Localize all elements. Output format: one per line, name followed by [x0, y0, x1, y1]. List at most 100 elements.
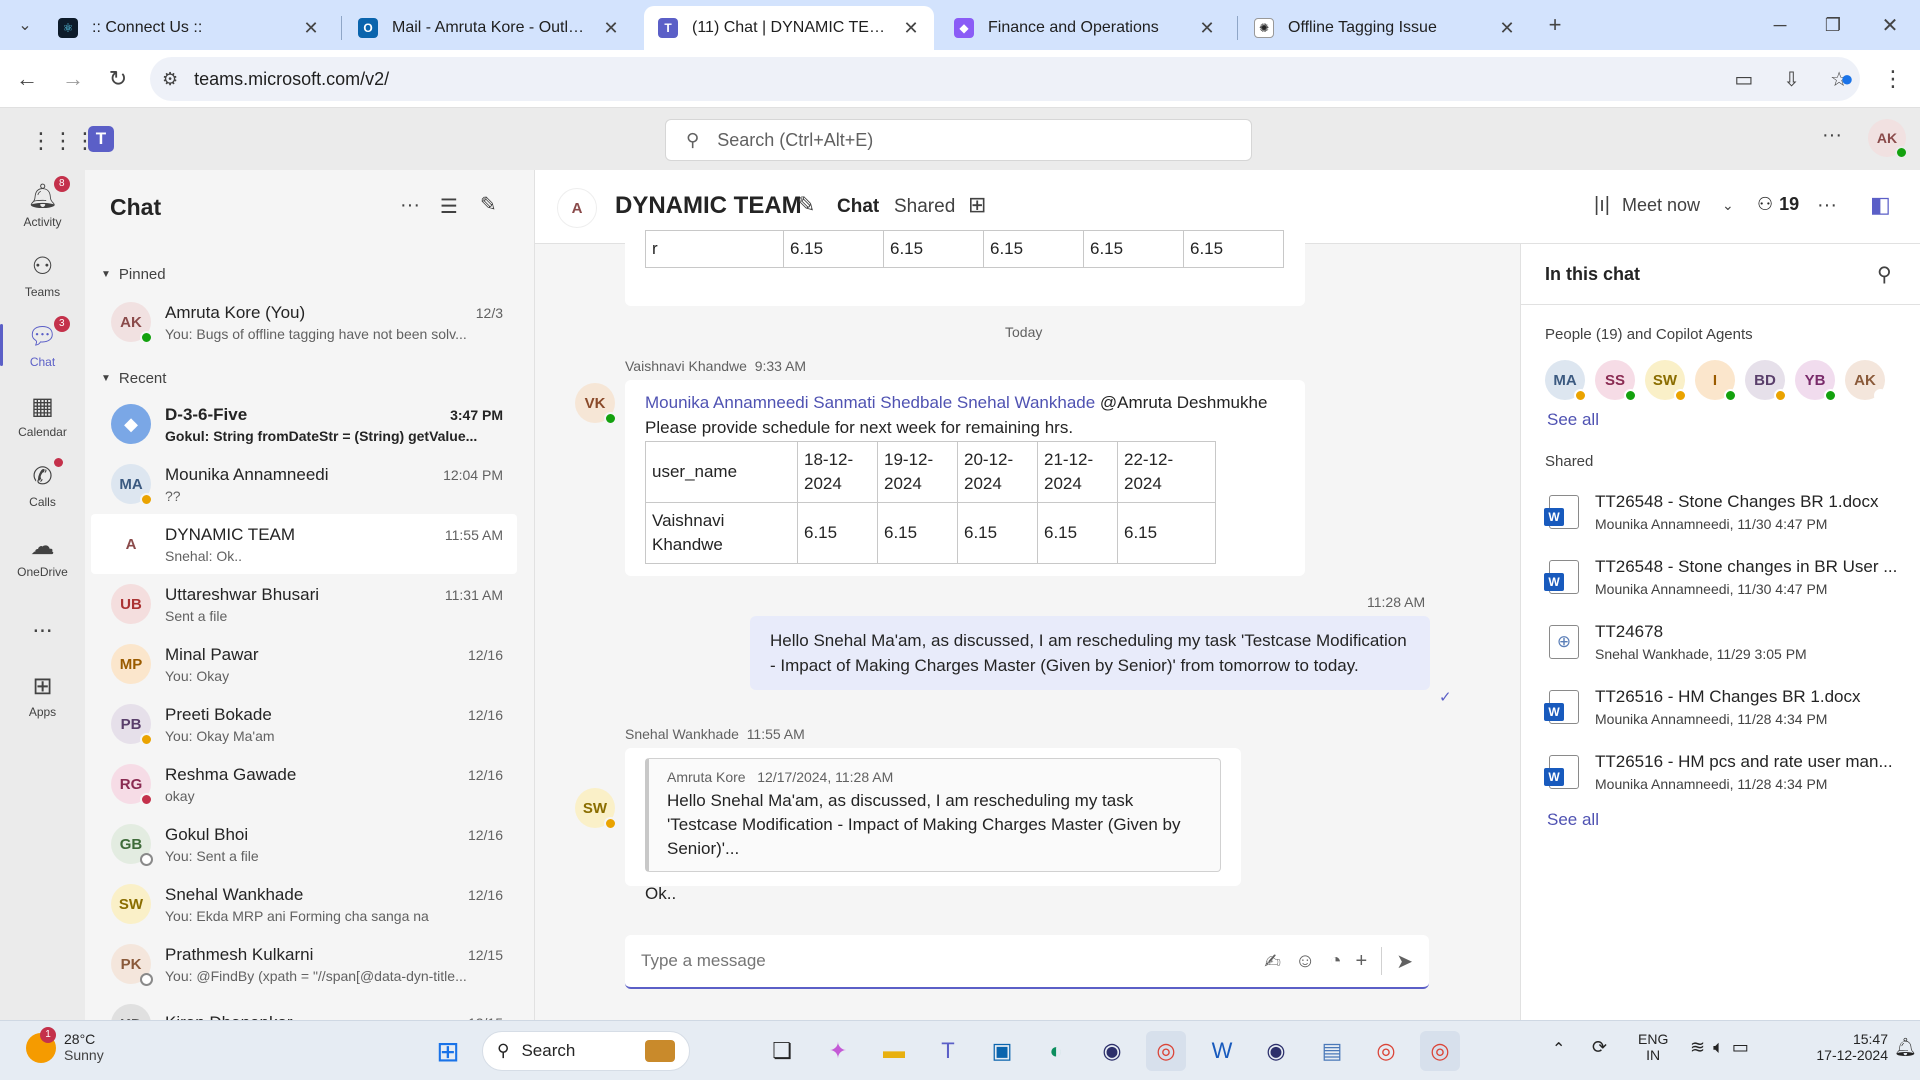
app-launcher-icon[interactable]: ⋮⋮⋮	[30, 128, 96, 154]
sender-avatar[interactable]: SW	[575, 788, 617, 830]
chat-list-item[interactable]: PK Prathmesh Kulkarni 12/15 You: @FindBy…	[91, 934, 517, 994]
emoji-icon[interactable]: ☺	[1295, 950, 1315, 973]
language-indicator[interactable]: ENG IN	[1638, 1031, 1668, 1063]
chat-list-item[interactable]: KD Kiran Dhanepkar 12/15	[91, 994, 517, 1020]
minimize-icon[interactable]: ─	[1765, 10, 1795, 40]
message-card[interactable]: Amruta Kore 12/17/2024, 11:28 AM Hello S…	[625, 748, 1241, 903]
site-info-icon[interactable]: ⚙	[162, 69, 178, 90]
user-avatar[interactable]: AK	[1868, 119, 1908, 159]
sync-icon[interactable]: ⟳	[1592, 1037, 1607, 1058]
chrome-icon[interactable]: ◎	[1146, 1031, 1186, 1071]
forward-icon[interactable]: →	[58, 64, 88, 94]
chat-list-item[interactable]: GB Gokul Bhoi 12/16 You: Sent a file	[91, 814, 517, 874]
chat-list-item[interactable]: ◆ D-3-6-Five 3:47 PM Gokul: String fromD…	[91, 394, 517, 454]
restore-icon[interactable]: ❐	[1818, 10, 1848, 40]
rail-apps[interactable]: ⊞ Apps	[0, 660, 85, 730]
shared-file-item[interactable]: W TT26548 - Stone changes in BR User ...…	[1544, 547, 1909, 607]
rail-teams[interactable]: ⚇ Teams	[0, 240, 85, 310]
rail-onedrive[interactable]: ☁ OneDrive	[0, 520, 85, 590]
search-icon[interactable]: ⚲	[1877, 262, 1892, 287]
word-icon[interactable]: W	[1202, 1031, 1242, 1071]
chat-list-item[interactable]: RG Reshma Gawade 12/16 okay	[91, 754, 517, 814]
format-icon[interactable]: ✍	[1264, 949, 1281, 974]
send-icon[interactable]: ➤	[1396, 949, 1413, 974]
participant-avatar[interactable]: AK	[1845, 360, 1887, 402]
file-explorer-icon[interactable]: ▬	[874, 1031, 914, 1071]
tab-shared[interactable]: Shared	[894, 196, 955, 218]
close-tab-icon[interactable]: ✕	[1198, 18, 1216, 39]
more-options-icon[interactable]: ···	[1817, 194, 1837, 217]
recent-section-header[interactable]: ▼ Recent	[101, 370, 166, 387]
install-app-icon[interactable]: ⇩	[1783, 67, 1800, 92]
taskbar-search[interactable]: ⚲ Search	[482, 1031, 690, 1071]
filter-icon[interactable]: ☰	[440, 194, 458, 219]
chevron-up-icon[interactable]: ⌃	[1552, 1039, 1565, 1059]
rail-activity[interactable]: 🔔︎ 8 Activity	[0, 170, 85, 240]
chat-list-item[interactable]: MP Minal Pawar 12/16 You: Okay	[91, 634, 517, 694]
shared-file-item[interactable]: ⊕ TT24678 Snehal Wankhade, 11/29 3:05 PM	[1549, 612, 1909, 672]
chat-list-item[interactable]: PB Preeti Bokade 12/16 You: Okay Ma'am	[91, 694, 517, 754]
clock[interactable]: 15:47 17-12-2024	[1812, 1031, 1888, 1063]
pinned-section-header[interactable]: ▼ Pinned	[101, 266, 166, 283]
chrome-icon-2[interactable]: ◎	[1366, 1031, 1406, 1071]
chat-list-item[interactable]: AK Amruta Kore (You) 12/3 You: Bugs of o…	[91, 292, 517, 352]
eclipse-icon[interactable]: ◉	[1092, 1031, 1132, 1071]
edge-icon[interactable]: ◐	[1036, 1031, 1076, 1071]
browser-tab-finance[interactable]: ◆ Finance and Operations ✕	[940, 6, 1230, 50]
browser-tab-outlook[interactable]: O Mail - Amruta Kore - Outlook ✕	[344, 6, 634, 50]
eclipse-icon-2[interactable]: ◉	[1256, 1031, 1296, 1071]
shared-file-item[interactable]: W TT26548 - Stone Changes BR 1.docx Moun…	[1544, 482, 1909, 542]
loop-icon[interactable]: ◔	[1329, 950, 1341, 973]
participant-avatar[interactable]: SS	[1595, 360, 1637, 402]
notepad-icon[interactable]: ▤	[1312, 1031, 1352, 1071]
tray-icons[interactable]: ≋🔈︎▭	[1690, 1037, 1757, 1058]
sender-avatar[interactable]: VK	[575, 383, 617, 425]
notifications-icon[interactable]: 🔔︎	[1894, 1037, 1917, 1058]
mentions[interactable]: Mounika Annamneedi Sanmati Shedbale Sneh…	[645, 393, 1095, 412]
chat-list-item[interactable]: UB Uttareshwar Bhusari 11:31 AM Sent a f…	[91, 574, 517, 634]
message-card[interactable]: Mounika Annamneedi Sanmati Shedbale Sneh…	[625, 380, 1305, 576]
sun-weather-icon[interactable]: 1	[26, 1027, 56, 1063]
participant-avatar[interactable]: I	[1695, 360, 1737, 402]
close-tab-icon[interactable]: ✕	[602, 18, 620, 39]
message-input[interactable]	[641, 951, 1251, 971]
chrome-icon-3[interactable]: ◎	[1420, 1031, 1460, 1071]
add-tab-icon[interactable]: ⊞	[968, 192, 986, 218]
my-message[interactable]: Hello Snehal Ma'am, as discussed, I am r…	[750, 616, 1430, 690]
shared-file-item[interactable]: W TT26516 - HM Changes BR 1.docx Mounika…	[1544, 677, 1909, 737]
participant-avatar[interactable]: BD	[1745, 360, 1787, 402]
close-tab-icon[interactable]: ✕	[302, 18, 320, 39]
store-icon[interactable]: ▣	[982, 1031, 1022, 1071]
reload-icon[interactable]: ↻	[103, 64, 133, 94]
see-all-files-link[interactable]: See all	[1547, 810, 1599, 830]
close-tab-icon[interactable]: ✕	[1498, 18, 1516, 39]
profile-icon[interactable]: ●	[1832, 64, 1862, 94]
new-chat-icon[interactable]: ✎	[480, 192, 497, 217]
windows-start-icon[interactable]: ⊞	[428, 1031, 468, 1071]
task-view-icon[interactable]: ❏	[762, 1031, 802, 1071]
browser-menu-icon[interactable]: ⋮	[1878, 64, 1908, 94]
rail-more[interactable]: ...	[0, 590, 85, 660]
browser-tab-teams[interactable]: T (11) Chat | DYNAMIC TEAM | M ✕	[644, 6, 934, 50]
participant-avatar[interactable]: MA	[1545, 360, 1587, 402]
more-options-icon[interactable]: ···	[400, 194, 420, 217]
chat-list-item[interactable]: A DYNAMIC TEAM 11:55 AM Snehal: Ok..	[91, 514, 517, 574]
attach-plus-icon[interactable]: +	[1356, 950, 1368, 973]
copilot-icon[interactable]: ✦	[818, 1031, 858, 1071]
close-tab-icon[interactable]: ✕	[902, 18, 920, 39]
search-box[interactable]: ⚲ Search (Ctrl+Alt+E)	[665, 119, 1252, 161]
address-bar[interactable]: ⚙ teams.microsoft.com/v2/ ▭ ⇩ ☆	[150, 57, 1860, 101]
see-all-people-link[interactable]: See all	[1547, 410, 1599, 430]
teams-taskbar-icon[interactable]: T	[928, 1031, 968, 1071]
participants-button[interactable]: ⚇ 19	[1757, 194, 1799, 215]
shared-file-item[interactable]: W TT26516 - HM pcs and rate user man... …	[1544, 742, 1909, 802]
chat-list-item[interactable]: MA Mounika Annamneedi 12:04 PM ??	[91, 454, 517, 514]
tab-chat[interactable]: Chat	[837, 196, 879, 218]
participant-avatar[interactable]: YB	[1795, 360, 1837, 402]
rail-calendar[interactable]: ▦ Calendar	[0, 380, 85, 450]
more-options-icon[interactable]: ···	[1822, 124, 1842, 147]
cast-icon[interactable]: ▭	[1734, 67, 1753, 92]
quoted-message[interactable]: Amruta Kore 12/17/2024, 11:28 AM Hello S…	[645, 758, 1221, 872]
close-window-icon[interactable]: ✕	[1875, 10, 1905, 40]
back-icon[interactable]: ←	[12, 64, 42, 94]
